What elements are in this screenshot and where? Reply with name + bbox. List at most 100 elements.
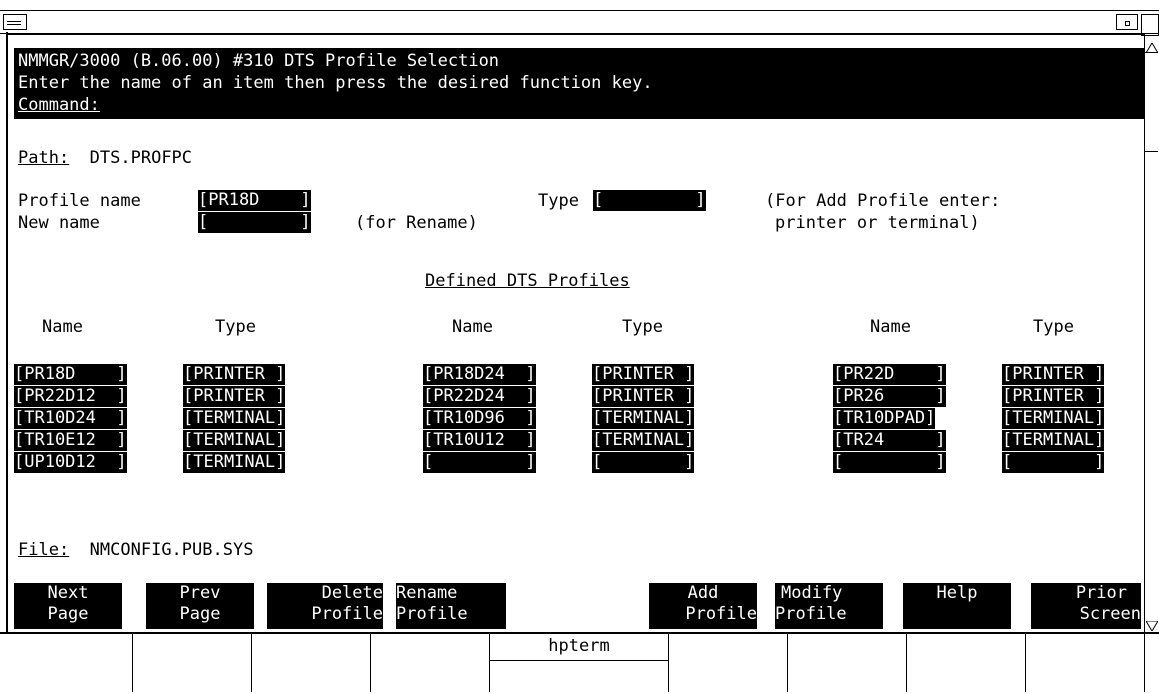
title-bar[interactable] — [0, 10, 1159, 34]
f1-line1: Next — [47, 583, 89, 603]
profile-name-field[interactable]: [TR10D96 ] — [423, 408, 536, 429]
profile-type-field[interactable]: [PRINTER ] — [592, 364, 695, 385]
profile-name-field[interactable]: [TR10U12 ] — [423, 430, 536, 451]
f7-line1: Modify — [781, 583, 843, 603]
profile-name-field[interactable]: [PR18D ] — [14, 364, 127, 385]
profile-type-field[interactable]: [TERMINAL] — [183, 430, 286, 451]
command-prompt[interactable]: Command: — [18, 94, 100, 116]
f3-delete-profile-button[interactable]: Delete Profile — [267, 583, 383, 629]
col-type-1: Type — [215, 317, 256, 337]
f3-line2: Profile — [311, 604, 383, 624]
new-name-label: New name — [18, 213, 100, 233]
profile-type-field[interactable]: [TERMINAL] — [592, 408, 695, 429]
profile-name-field[interactable]: [ ] — [423, 452, 536, 473]
profile-name-field[interactable]: [TR10E12 ] — [14, 430, 127, 451]
vertical-scrollbar[interactable] — [1144, 34, 1159, 632]
section-title: Defined DTS Profiles — [425, 271, 630, 291]
profile-name-label: Profile name — [18, 191, 141, 211]
path-label: Path: — [18, 148, 70, 168]
path-row: Path: DTS.PROFPC — [18, 147, 192, 169]
maximize-icon[interactable] — [1141, 14, 1159, 36]
profile-name-field[interactable]: [PR26 ] — [833, 386, 946, 407]
softkey-slot-5[interactable] — [669, 634, 788, 692]
file-row: File: NMCONFIG.PUB.SYS — [18, 539, 253, 561]
f5-blank-key[interactable] — [527, 583, 635, 629]
rename-hint: (for Rename) — [355, 213, 478, 233]
profile-type-field[interactable]: [TERMINAL] — [1002, 430, 1105, 451]
col-type-3: Type — [1033, 317, 1074, 337]
window-menu-icon[interactable] — [3, 14, 27, 30]
f3-line1: Delete — [321, 583, 383, 603]
profile-name-field[interactable]: [PR18D24 ] — [423, 364, 536, 385]
softkey-slot-1[interactable] — [14, 634, 133, 692]
profile-type-field[interactable]: [PRINTER ] — [183, 386, 286, 407]
col-name-1: Name — [42, 317, 83, 337]
type-label: Type — [538, 191, 579, 211]
f2-line1: Prev — [179, 583, 221, 603]
type-field[interactable]: [ ] — [593, 190, 706, 211]
f7-line2: Profile — [775, 604, 847, 624]
f6-line1: Add — [687, 583, 719, 603]
profile-type-field[interactable]: [PRINTER ] — [183, 364, 286, 385]
f2-line2: Page — [179, 604, 221, 624]
file-label: File: — [18, 540, 70, 560]
profile-name-field[interactable]: [PR22D12 ] — [14, 386, 127, 407]
softkey-slot-7[interactable] — [907, 634, 1026, 692]
f9-line2: Screen — [1079, 604, 1141, 624]
softkey-slot-2[interactable] — [133, 634, 252, 692]
hpterm-softkey-strip: hpterm — [0, 632, 1159, 694]
f8-line1: Help — [936, 583, 978, 603]
softkey-slot-3[interactable] — [252, 634, 371, 692]
profile-type-field[interactable]: [TERMINAL] — [1002, 408, 1105, 429]
profile-type-field[interactable]: [PRINTER ] — [1002, 386, 1105, 407]
f7-modify-profile-button[interactable]: Modify Profile — [775, 583, 883, 629]
new-name-field[interactable]: [ ] — [198, 212, 311, 233]
minimize-icon[interactable] — [1116, 14, 1138, 30]
f6-line2: Profile — [685, 604, 757, 624]
col-name-3: Name — [870, 317, 911, 337]
profile-type-field[interactable]: [TERMINAL] — [183, 408, 286, 429]
header-title: NMMGR/3000 (B.06.00) #310 DTS Profile Se… — [18, 51, 500, 71]
path-value: DTS.PROFPC — [89, 148, 193, 168]
profile-type-field[interactable]: [PRINTER ] — [1002, 364, 1105, 385]
softkey-slot-4[interactable] — [371, 634, 490, 692]
f9-line1: Prior — [1075, 583, 1127, 603]
profile-type-field[interactable]: [ ] — [592, 452, 695, 473]
profile-name-field[interactable]: [PR22D ] — [833, 364, 946, 385]
profile-type-field[interactable]: [TERMINAL] — [592, 430, 695, 451]
f4-line1: Rename — [396, 583, 458, 603]
profile-name-field[interactable]: [TR10DPAD] — [833, 408, 936, 429]
left-border — [6, 32, 8, 632]
file-value: NMCONFIG.PUB.SYS — [89, 540, 254, 560]
profile-name-field[interactable]: [TR24 ] — [833, 430, 946, 451]
f4-rename-profile-button[interactable]: Rename Profile — [396, 583, 506, 629]
profile-name-field[interactable]: [UP10D12 ] — [14, 452, 127, 473]
hpterm-label: hpterm — [490, 634, 668, 661]
hpterm-label-cell: hpterm — [490, 634, 669, 692]
scroll-down-arrow-icon[interactable] — [1145, 616, 1159, 632]
scroll-up-arrow-icon[interactable] — [1145, 38, 1159, 54]
add-hint-line2: printer or terminal) — [775, 213, 980, 233]
profile-name-field[interactable]: [ ] — [833, 452, 946, 473]
scroll-thumb[interactable] — [1145, 52, 1158, 152]
col-type-2: Type — [622, 317, 663, 337]
softkey-slot-6[interactable] — [788, 634, 907, 692]
profile-type-field[interactable]: [ ] — [1002, 452, 1105, 473]
profile-type-field[interactable]: [TERMINAL] — [183, 452, 286, 473]
f6-add-profile-button[interactable]: Add Profile — [649, 583, 757, 629]
f4-line2: Profile — [396, 604, 468, 624]
f9-prior-screen-button[interactable]: Prior Screen — [1031, 583, 1141, 629]
f1-line2: Page — [47, 604, 89, 624]
f2-prev-page-button[interactable]: Prev Page — [146, 583, 254, 629]
softkey-slot-8[interactable] — [1026, 634, 1145, 692]
profile-name-field[interactable]: [PR18D ] — [198, 190, 311, 211]
add-hint-line1: (For Add Profile enter: — [765, 191, 1001, 211]
profile-type-field[interactable]: [PRINTER ] — [592, 386, 695, 407]
content-border-top — [8, 34, 1144, 37]
profile-name-field[interactable]: [TR10D24 ] — [14, 408, 127, 429]
header-instructions: Enter the name of an item then press the… — [18, 73, 653, 93]
f1-next-page-button[interactable]: Next Page — [14, 583, 122, 629]
col-name-2: Name — [452, 317, 493, 337]
f8-help-button[interactable]: Help — [903, 583, 1011, 629]
profile-name-field[interactable]: [PR22D24 ] — [423, 386, 536, 407]
